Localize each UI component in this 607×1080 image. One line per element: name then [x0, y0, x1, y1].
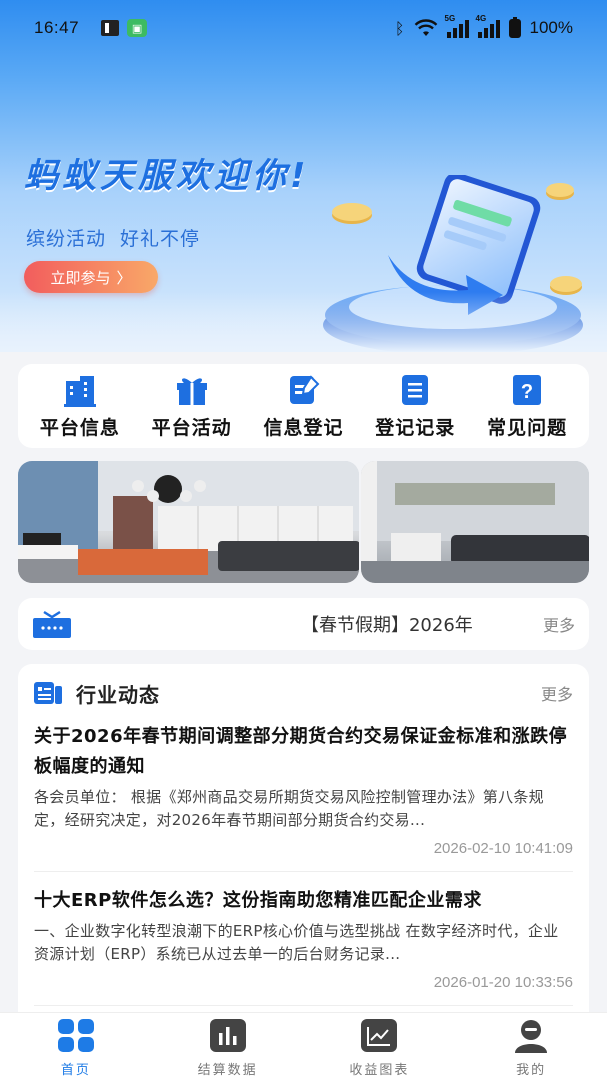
menu-info-register[interactable]: 信息登记: [249, 373, 357, 440]
news-article[interactable]: 十大ERP软件怎么选？这份指南助您精准匹配企业需求 一、企业数字化转型浪潮下的E…: [34, 886, 573, 1006]
banner-subtitle-b: 好礼不停: [120, 228, 201, 250]
article-timestamp: 2026-02-10 10:41:09: [433, 840, 573, 857]
article-summary: 各会员单位： 根据《郑州商品交易所期货交易风险控制管理办法》第八条规定，经研究决…: [34, 788, 544, 829]
photo-carousel[interactable]: [18, 461, 589, 583]
quick-menu: 平台信息 平台活动 信息登记 登记记录 ? 常见问题: [18, 364, 589, 448]
menu-label: 登记记录: [375, 416, 456, 439]
sofa-room-photo[interactable]: [360, 461, 589, 583]
nav-label: 首页: [60, 1063, 91, 1078]
news-article[interactable]: 关于2026年春节期间调整部分期货合约交易保证金标准和涨跌停板幅度的通知 各会员…: [34, 722, 573, 872]
banner-subtitle: 缤纷活动 好礼不停: [26, 224, 200, 251]
article-title: 十大ERP软件怎么选？这份指南助您精准匹配企业需求: [34, 890, 482, 911]
signal-5g-label: 5G: [444, 14, 456, 23]
chevron-right-icon: 〉: [116, 268, 132, 287]
join-now-label: 立即参与: [50, 268, 111, 287]
bar-chart-icon: [209, 1019, 246, 1052]
news-icon: [34, 682, 62, 704]
line-chart-icon: [361, 1019, 398, 1052]
join-now-button[interactable]: 立即参与 〉: [24, 261, 158, 293]
status-time: 16:47: [34, 18, 80, 37]
svg-text:?: ?: [521, 381, 533, 403]
article-summary: 一、企业数字化转型浪潮下的ERP核心价值与选型挑战 在数字经济时代，企业资源计划…: [34, 922, 559, 963]
menu-register-records[interactable]: 登记记录: [361, 373, 469, 440]
list-icon: [397, 373, 433, 407]
signal-4g-icon: 4G: [476, 14, 500, 38]
living-room-photo[interactable]: [18, 461, 359, 583]
signal-4g-label: 4G: [475, 14, 487, 23]
gift-icon: [174, 373, 210, 407]
news-more-link[interactable]: 更多: [541, 681, 573, 705]
menu-platform-info[interactable]: 平台信息: [26, 373, 134, 440]
news-header: 行业动态 更多: [34, 664, 573, 722]
banner-subtitle-a: 缤纷活动: [26, 228, 107, 250]
home-grid-icon: [57, 1019, 94, 1052]
notice-more-link[interactable]: 更多: [543, 612, 575, 636]
news-section-title: 行业动态: [76, 682, 160, 707]
nav-home[interactable]: 首页: [21, 1019, 131, 1078]
article-title: 关于2026年春节期间调整部分期货合约交易保证金标准和涨跌停板幅度的通知: [34, 726, 568, 777]
announcement-icon: [33, 610, 71, 638]
message-app-icon: ▣: [127, 19, 148, 37]
industry-news-card: 行业动态 更多 关于2026年春节期间调整部分期货合约交易保证金标准和涨跌停板幅…: [18, 664, 589, 1024]
notice-marquee-text: 【春节假期】2026年: [300, 615, 473, 636]
bluetooth-icon: ᛒ: [394, 18, 405, 38]
nav-label: 结算数据: [197, 1063, 258, 1078]
nav-settlement-data[interactable]: 结算数据: [173, 1019, 283, 1078]
menu-label: 平台信息: [39, 416, 120, 439]
question-icon: ?: [509, 373, 545, 407]
building-icon: [62, 373, 98, 407]
menu-label: 常见问题: [487, 416, 568, 439]
battery-icon: [508, 16, 521, 38]
battery-text: 100%: [529, 18, 573, 37]
hero-banner[interactable]: 16:47 ▣ ᛒ 5G 4G 100% 蚂蚁天服欢迎你! 缤纷活动 好礼不停: [0, 0, 607, 352]
user-icon: [515, 1020, 548, 1053]
bottom-navigation: 首页 结算数据 收益图表 我的: [0, 1012, 607, 1080]
menu-label: 平台活动: [151, 416, 232, 439]
nav-label: 收益图表: [349, 1063, 410, 1078]
article-timestamp: 2026-01-20 10:33:56: [433, 974, 573, 991]
edit-doc-icon: [285, 373, 321, 407]
nav-earnings-chart[interactable]: 收益图表: [324, 1019, 434, 1078]
phone-podium-illustration: [323, 175, 583, 352]
wifi-icon: [414, 19, 438, 37]
signal-5g-icon: 5G: [445, 14, 469, 38]
status-bar: 16:47 ▣ ᛒ 5G 4G 100%: [0, 0, 607, 56]
banner-title: 蚂蚁天服欢迎你!: [24, 156, 310, 196]
menu-faq[interactable]: ? 常见问题: [473, 373, 581, 440]
menu-platform-activity[interactable]: 平台活动: [138, 373, 246, 440]
nav-profile[interactable]: 我的: [476, 1019, 586, 1078]
notice-bar[interactable]: 【春节假期】2026年 更多: [18, 598, 589, 650]
sim-card-icon: [101, 20, 120, 36]
menu-label: 信息登记: [263, 416, 344, 439]
nav-label: 我的: [516, 1063, 547, 1078]
